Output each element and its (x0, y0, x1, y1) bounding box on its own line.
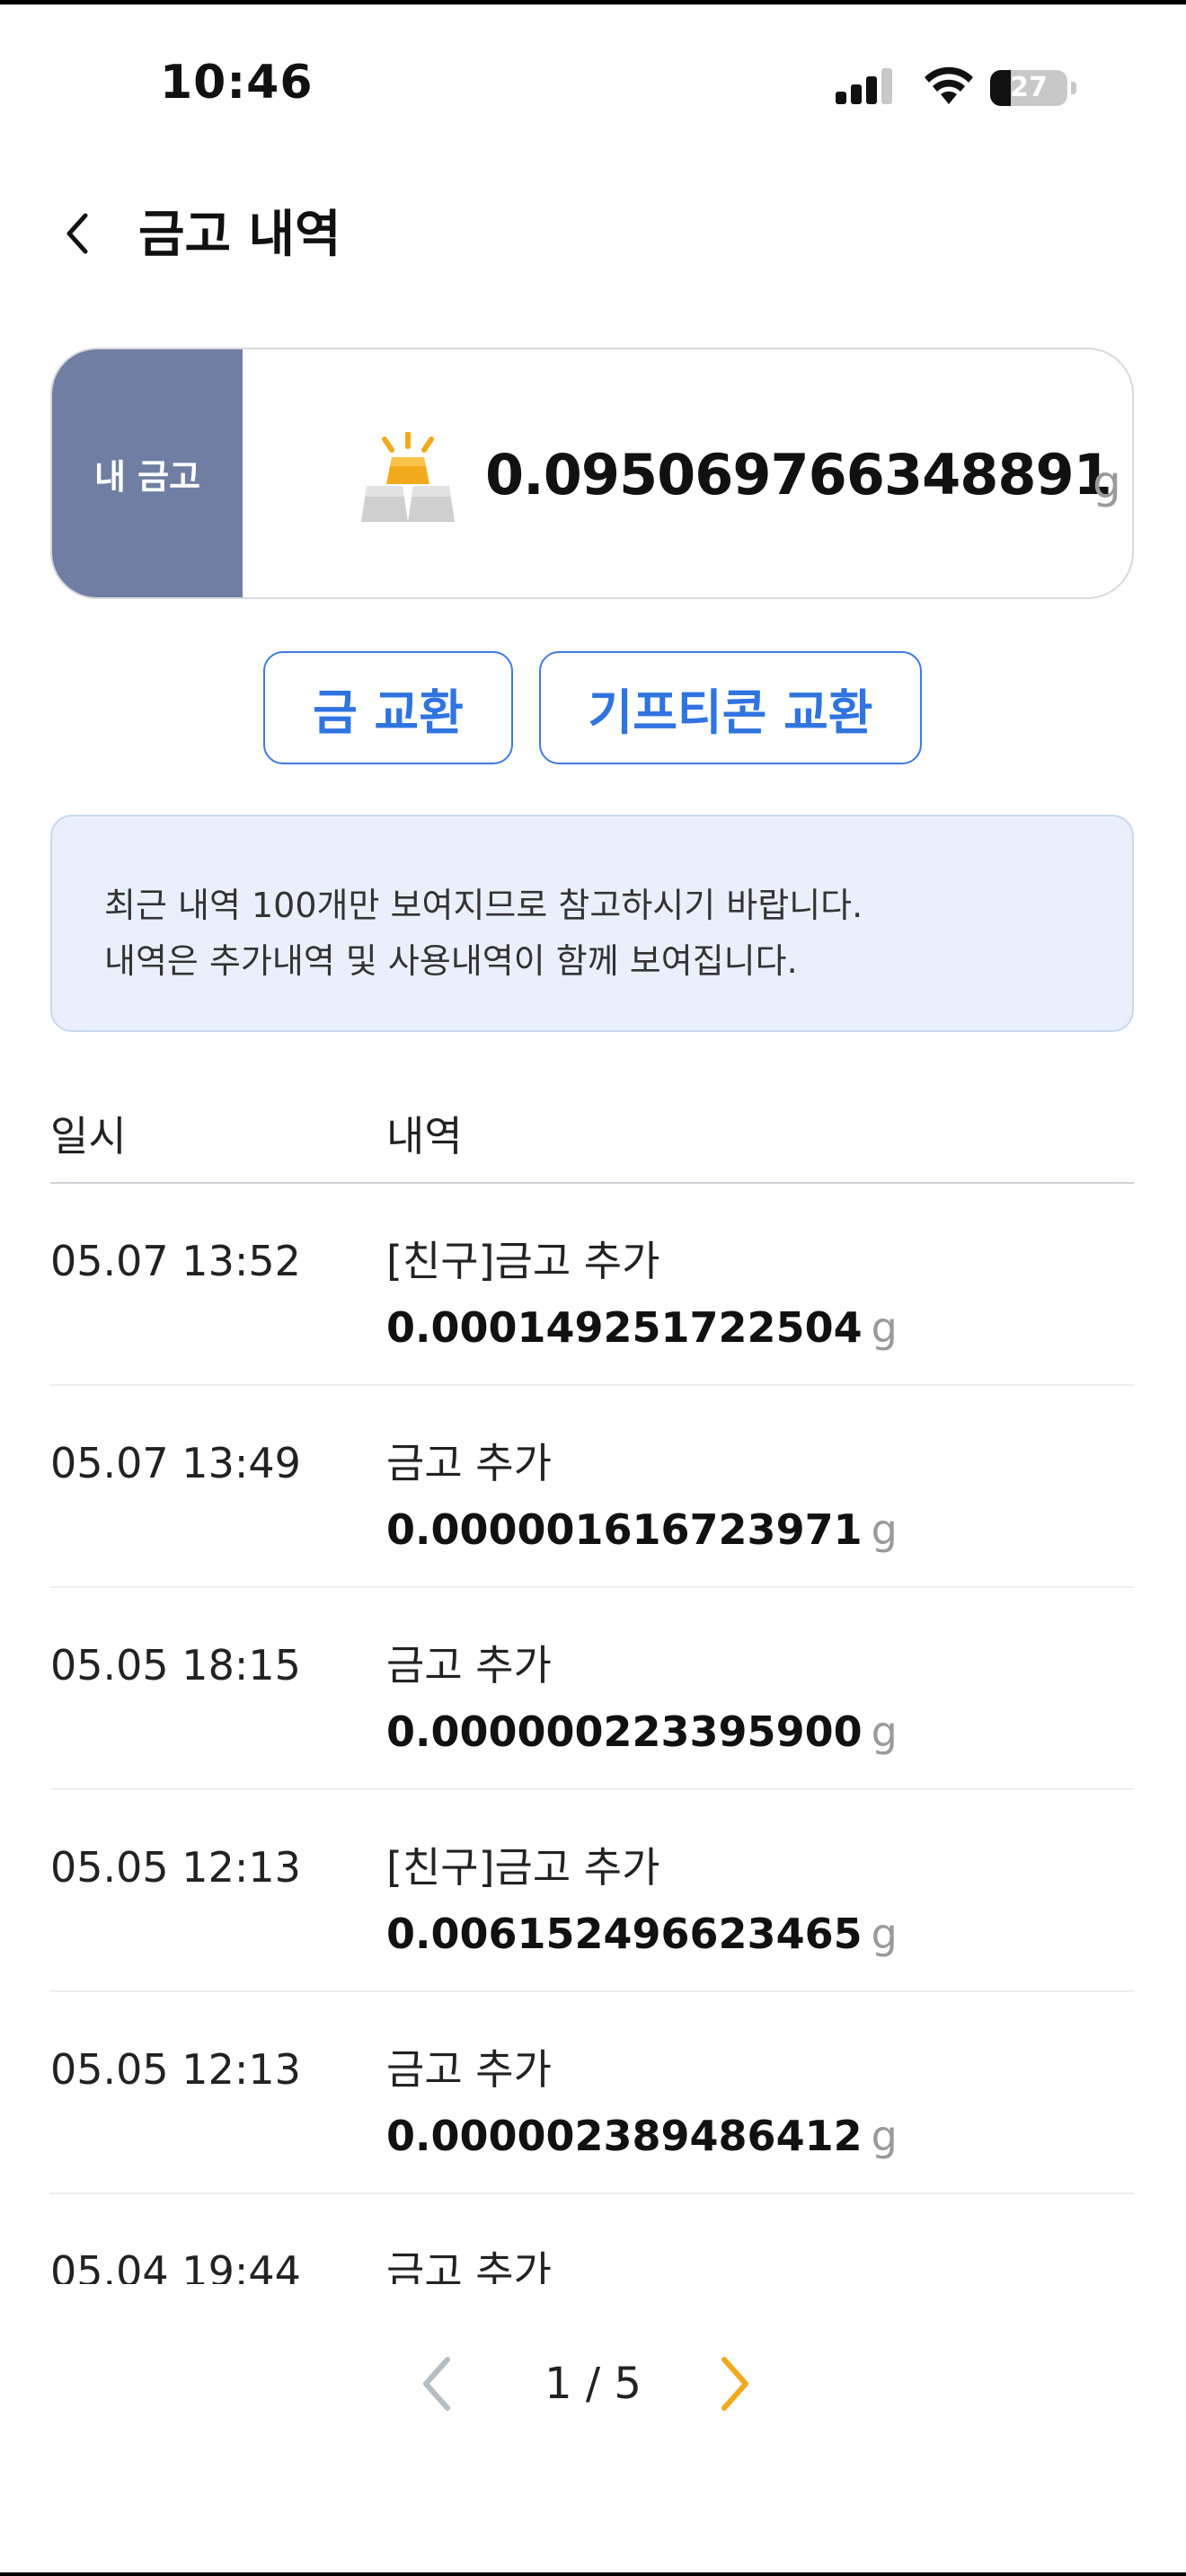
history-list[interactable]: 05.07 13:52 [친구]금고 추가 0.000149251722504 g… (50, 1184, 1134, 2284)
battery-cap (1071, 82, 1076, 94)
row-description: [친구]금고 추가 (386, 1843, 660, 1892)
row-date: 05.04 19:44 (50, 2247, 301, 2284)
next-page-button[interactable] (710, 2348, 760, 2420)
table-row: 05.04 19:44 금고 추가 (50, 2194, 1134, 2284)
cellular-signal-icon (836, 68, 892, 104)
row-date: 05.07 13:49 (50, 1439, 301, 1487)
row-amount-wrap: 0.000001616723971 g (386, 1503, 898, 1566)
table-row: 05.05 12:13 금고 추가 0.000002389486412 g (50, 1992, 1134, 2194)
row-description: 금고 추가 (386, 2247, 552, 2284)
row-date: 05.05 12:13 (50, 2045, 301, 2094)
previous-page-button[interactable] (412, 2348, 462, 2420)
row-unit: g (871, 1910, 898, 1958)
battery-icon: 27 (990, 70, 1067, 106)
gold-exchange-button[interactable]: 금 교환 (263, 651, 513, 764)
row-unit: g (871, 1303, 898, 1352)
row-unit: g (871, 2112, 898, 2160)
row-amount: 0.000002389486412 (386, 2112, 863, 2160)
chevron-left-icon (66, 213, 88, 254)
row-description: 금고 추가 (386, 1439, 552, 1487)
row-amount: 0.006152496623465 (386, 1910, 863, 1958)
chevron-left-icon (423, 2357, 450, 2411)
row-date: 05.05 18:15 (50, 1641, 301, 1689)
row-unit: g (871, 1707, 898, 1756)
notice-line: 내역은 추가내역 및 사용내역이 함께 보여집니다. (104, 941, 798, 981)
bottom-edge (0, 2572, 1186, 2576)
row-unit: g (871, 1505, 898, 1554)
notice-box: 최근 내역 100개만 보여지므로 참고하시기 바랍니다. 내역은 추가내역 및… (50, 815, 1134, 1032)
row-amount: 0.000000223395900 (386, 1707, 863, 1756)
top-edge (0, 0, 1186, 4)
row-amount-wrap: 0.000002389486412 g (386, 2109, 898, 2173)
battery-level-text: 27 (1010, 72, 1048, 103)
vault-balance-card: 내 금고 0.095069766348891 g (50, 348, 1134, 599)
vault-tag: 내 금고 (52, 349, 243, 597)
row-date: 05.05 12:13 (50, 1843, 301, 1892)
row-description: 금고 추가 (386, 2045, 552, 2094)
row-description: [친구]금고 추가 (386, 1237, 660, 1285)
status-icons: 27 (836, 63, 1087, 113)
row-description: 금고 추가 (386, 1641, 552, 1689)
table-row: 05.07 13:49 금고 추가 0.000001616723971 g (50, 1386, 1134, 1588)
vault-unit: g (1093, 456, 1121, 508)
back-button[interactable] (52, 205, 102, 262)
column-header-date: 일시 (50, 1112, 127, 1160)
row-amount: 0.000001616723971 (386, 1505, 863, 1554)
gifticon-exchange-button[interactable]: 기프티콘 교환 (539, 651, 922, 764)
chevron-right-icon (721, 2357, 748, 2411)
row-amount-wrap: 0.000149251722504 g (386, 1301, 898, 1364)
page-title: 금고 내역 (138, 206, 341, 264)
table-row: 05.07 13:52 [친구]금고 추가 0.000149251722504 g (50, 1184, 1134, 1386)
notice-line: 최근 내역 100개만 보여지므로 참고하시기 바랍니다. (104, 886, 863, 925)
row-amount: 0.000149251722504 (386, 1303, 863, 1352)
status-time: 10:46 (160, 56, 314, 110)
table-row: 05.05 18:15 금고 추가 0.000000223395900 g (50, 1588, 1134, 1790)
page-indicator: 1 / 5 (544, 2359, 642, 2409)
row-amount-wrap: 0.006152496623465 g (386, 1907, 898, 1971)
row-amount-wrap: 0.000000223395900 g (386, 1705, 898, 1769)
column-header-detail: 내역 (386, 1112, 463, 1160)
table-row: 05.05 12:13 [친구]금고 추가 0.006152496623465 g (50, 1790, 1134, 1992)
wifi-icon (925, 66, 973, 104)
vault-amount: 0.095069766348891 (485, 442, 1112, 507)
row-date: 05.07 13:52 (50, 1237, 301, 1285)
gold-bars-icon (361, 432, 455, 522)
